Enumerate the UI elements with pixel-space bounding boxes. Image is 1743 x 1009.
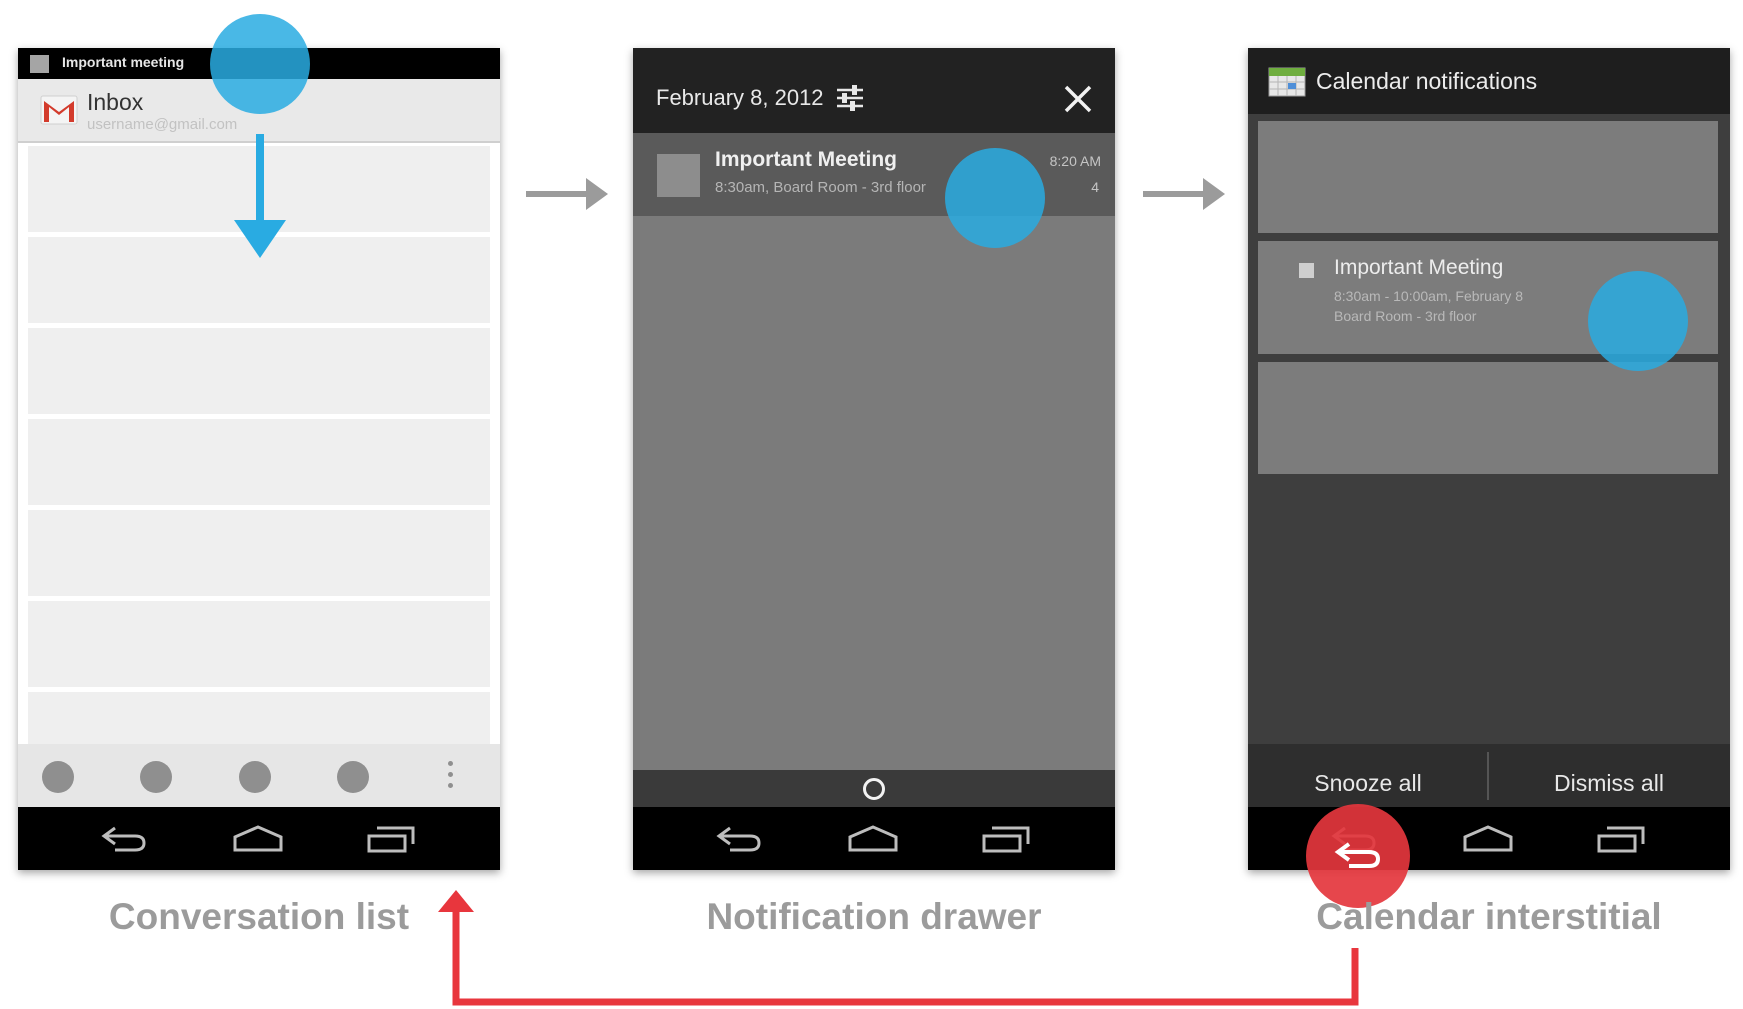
- card-location: Board Room - 3rd floor: [1334, 308, 1477, 324]
- gmail-icon: [40, 93, 78, 132]
- notification-subtitle: 8:30am, Board Room - 3rd floor: [715, 179, 926, 196]
- notification-app-icon: [657, 154, 700, 197]
- drawer-date: February 8, 2012: [656, 85, 824, 110]
- caption-notification-drawer: Notification drawer: [706, 896, 1042, 937]
- action-icon[interactable]: [140, 761, 172, 793]
- recents-icon[interactable]: [351, 807, 431, 870]
- home-icon[interactable]: [218, 807, 298, 870]
- notification-time: 8:20 AM: [1049, 153, 1101, 169]
- calendar-notifications-title: Calendar notifications: [1316, 68, 1538, 94]
- touch-indicator: [945, 148, 1045, 248]
- list-item[interactable]: [28, 419, 490, 505]
- overflow-menu-icon[interactable]: [448, 761, 454, 791]
- home-icon[interactable]: [833, 807, 913, 870]
- list-item[interactable]: [28, 601, 490, 687]
- caption-calendar-interstitial: Calendar interstitial: [1316, 896, 1662, 937]
- status-notification-text: Important meeting: [62, 54, 185, 70]
- settings-sliders-icon[interactable]: [835, 84, 865, 117]
- nav-bar: [18, 807, 500, 870]
- notification-icon: [30, 55, 49, 73]
- touch-indicator: [1588, 271, 1688, 371]
- recents-icon[interactable]: [966, 807, 1046, 870]
- drawer-handle-ring: [863, 778, 885, 800]
- back-icon[interactable]: [84, 807, 164, 870]
- account-email: username@gmail.com: [87, 116, 238, 133]
- notification-card[interactable]: [1258, 362, 1718, 474]
- dismiss-all-button[interactable]: Dismiss all: [1489, 744, 1729, 807]
- notification-title: Important Meeting: [715, 148, 897, 171]
- notification-drawer-screen: February 8, 2012 Important Meeting 8:30a…: [633, 48, 1115, 870]
- interstitial-actions: Snooze all Dismiss all: [1248, 744, 1730, 807]
- drawer-handle[interactable]: [633, 770, 1115, 807]
- snooze-all-button[interactable]: Snooze all: [1248, 744, 1488, 807]
- swipe-down-arrow: [234, 134, 286, 258]
- flow-arrow: [1143, 178, 1225, 210]
- card-time: 8:30am - 10:00am, February 8: [1334, 288, 1524, 304]
- action-icon[interactable]: [239, 761, 271, 793]
- action-icon[interactable]: [337, 761, 369, 793]
- calendar-header: Calendar notifications: [1248, 48, 1730, 114]
- drawer-header: February 8, 2012: [633, 48, 1115, 133]
- notification-count: 4: [1091, 179, 1099, 195]
- calendar-interstitial-screen: Calendar notifications Important Meeting…: [1248, 48, 1730, 870]
- flow-arrow: [526, 178, 608, 210]
- home-icon[interactable]: [1448, 807, 1528, 870]
- close-icon[interactable]: [1063, 84, 1093, 119]
- card-bullet: [1299, 263, 1314, 278]
- inbox-label[interactable]: Inbox: [87, 89, 143, 116]
- action-icon[interactable]: [42, 761, 74, 793]
- list-item[interactable]: [28, 510, 490, 596]
- calendar-app-icon: [1268, 64, 1306, 103]
- touch-indicator: [210, 14, 310, 114]
- nav-bar: [633, 807, 1115, 870]
- action-bar: [18, 744, 500, 807]
- card-title: Important Meeting: [1334, 256, 1504, 279]
- back-icon[interactable]: [699, 807, 779, 870]
- recents-icon[interactable]: [1581, 807, 1661, 870]
- notification-card[interactable]: [1258, 121, 1718, 233]
- list-item[interactable]: [28, 328, 490, 414]
- caption-conversation-list: Conversation list: [108, 896, 410, 937]
